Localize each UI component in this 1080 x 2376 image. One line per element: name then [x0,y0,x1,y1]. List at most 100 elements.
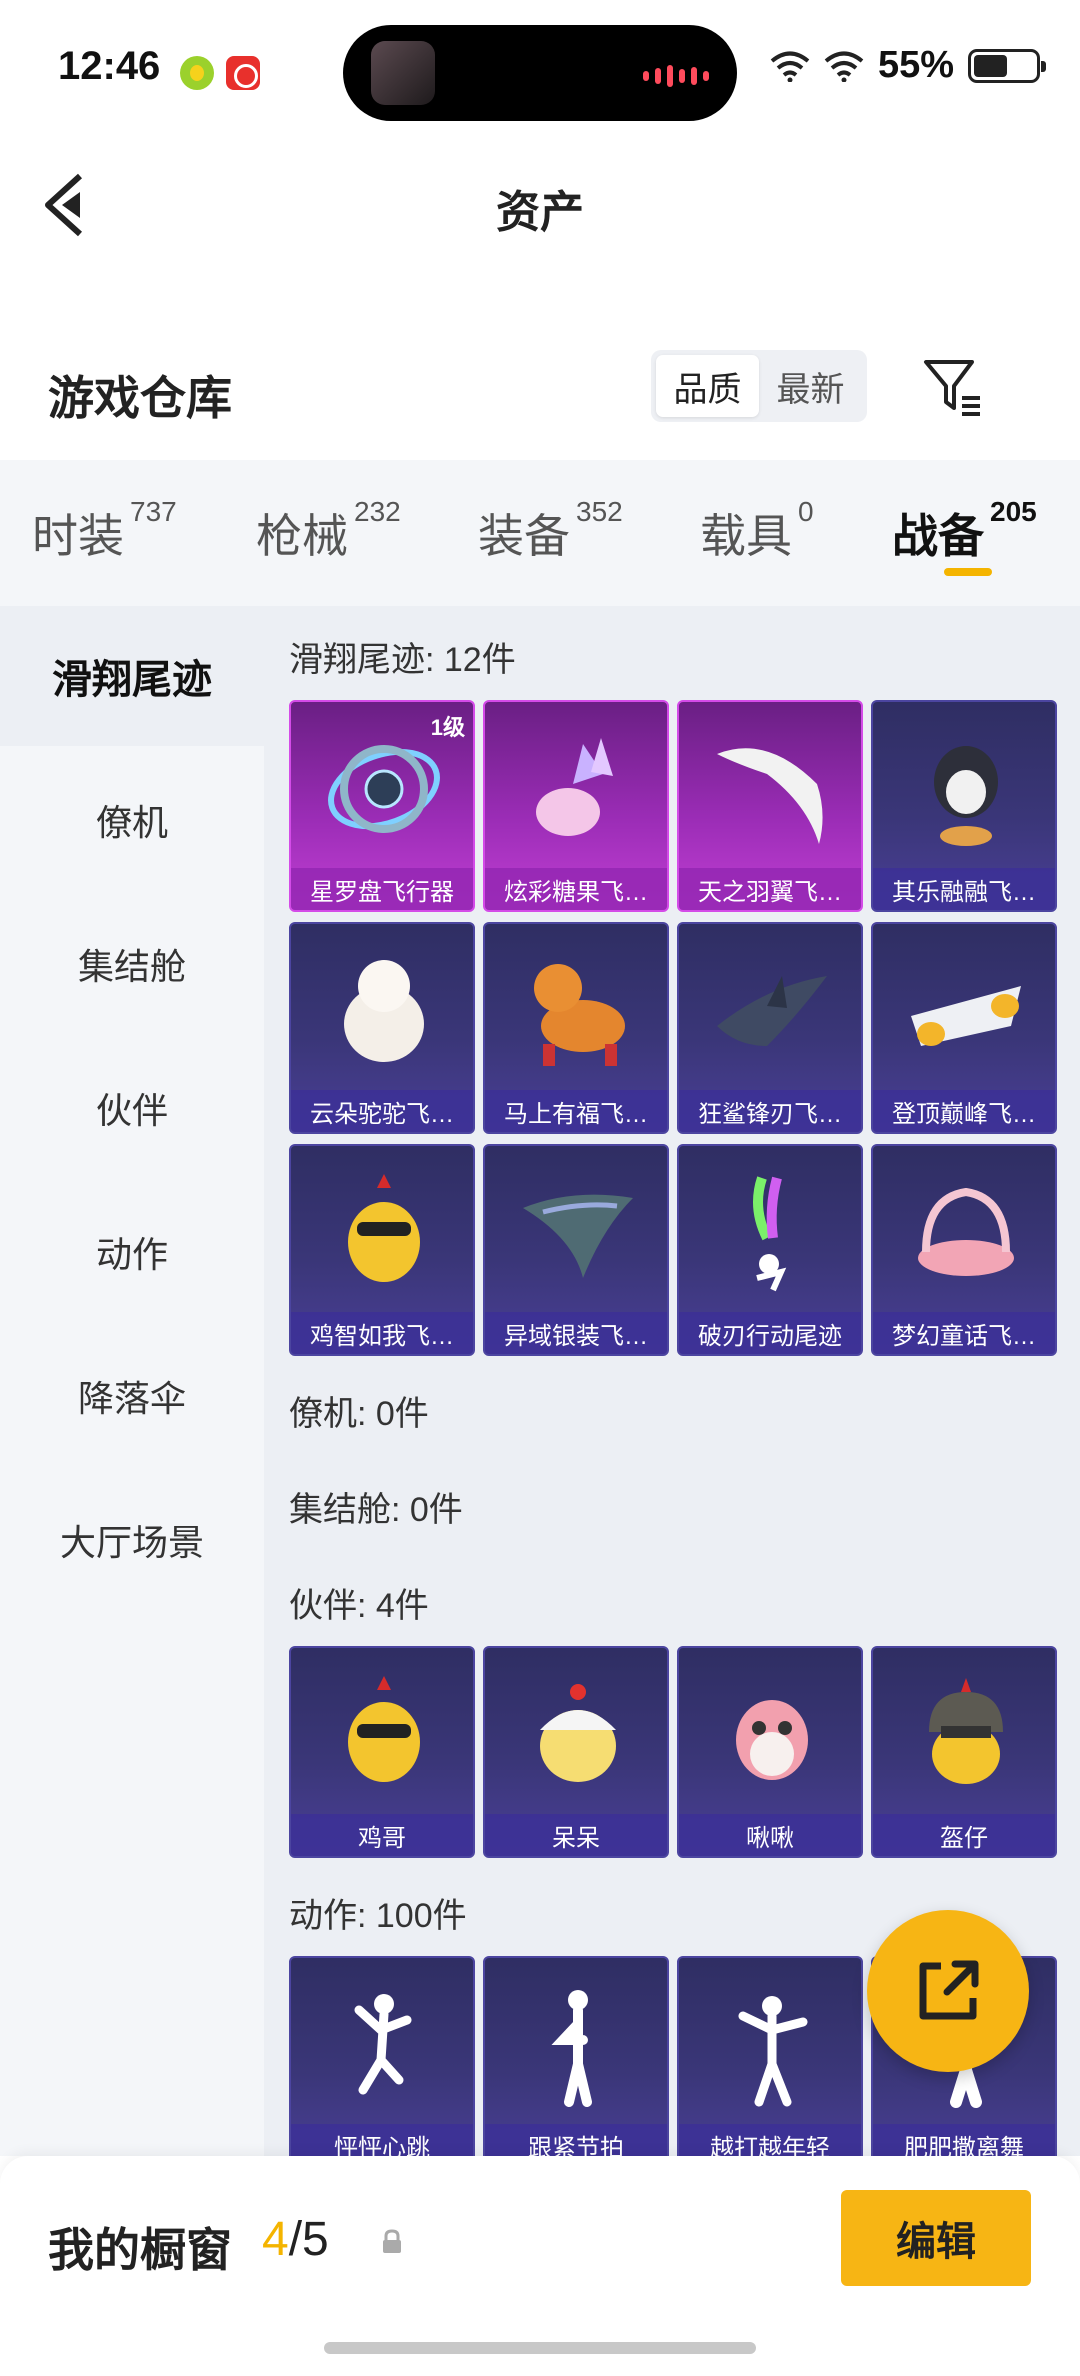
tab-guns[interactable]: 枪械 232 [256,496,401,566]
item-card[interactable]: 登顶巅峰飞… [871,922,1057,1134]
sidebar-item-assembly-pod[interactable]: 集结舱 [0,894,264,1034]
showcase-title: 我的橱窗 [48,2224,232,2276]
item-card[interactable]: 跟紧节拍 [483,1956,669,2156]
fairytale-glider-icon [918,1187,1014,1276]
item-name: 破刃行动尾迹 [679,1312,861,1354]
item-level-badge: 1级 [430,715,465,740]
summit-glider-icon [911,986,1021,1046]
tab-combat-gear[interactable]: 战备 205 [892,496,1037,566]
smoke-trail-icon [753,1176,787,1292]
showcase-count: 4/5 [262,2213,329,2266]
sidebar: 滑翔尾迹 僚机 集结舱 伙伴 动作 降落伞 大厅场景 [0,606,264,2156]
tab-equipment[interactable]: 装备 352 [478,496,623,566]
item-name: 呆呆 [485,1814,667,1856]
section-title-emote: 动作: 100件 [289,1897,467,1935]
item-name: 鸡哥 [291,1814,473,1856]
pink-bird-partner-icon [736,1700,808,1780]
edit-button[interactable]: 编辑 [841,2190,1031,2286]
section-title-glide-trail: 滑翔尾迹: 12件 [289,641,516,679]
sidebar-item-partner[interactable]: 伙伴 [0,1038,264,1178]
candy-glider-icon [536,738,613,836]
item-card[interactable]: 鸡哥 [289,1646,475,1858]
tab-fashion[interactable]: 时装 737 [32,496,177,566]
item-name: 越打越年轻 [679,2124,861,2156]
dance-pose-icon [354,1994,412,2095]
silver-glider-icon [523,1194,633,1278]
chicken-partner-icon [348,1676,420,1782]
item-name: 异域银装飞… [485,1312,667,1354]
warehouse-title: 游戏仓库 [48,372,232,424]
item-card[interactable]: 炫彩糖果飞… [483,700,669,912]
item-name: 怦怦心跳 [291,2124,473,2156]
sort-latest-button[interactable]: 最新 [759,355,862,417]
battery-icon [968,48,1046,83]
item-name: 肥肥撒离舞 [873,2124,1055,2156]
item-card[interactable]: 1级 星罗盘飞行器 [289,700,475,912]
status-bar: 12:46 55% [0,0,1080,140]
item-name: 啾啾 [679,1814,861,1856]
share-icon [919,1960,979,2020]
helmet-chick-partner-icon [929,1678,1003,1784]
showcase-bar: 我的橱窗 4/5 编辑 [0,2156,1080,2376]
astrolabe-glider-icon [328,745,440,833]
item-card[interactable]: 啾啾 [677,1646,863,1858]
sidebar-item-wingman[interactable]: 僚机 [0,750,264,890]
status-time: 12:46 [58,44,161,88]
item-name: 鸡智如我飞… [291,1312,473,1354]
item-name: 天之羽翼飞… [679,868,861,910]
page-title: 资产 [496,188,584,237]
item-name: 登顶巅峰飞… [873,1090,1055,1132]
section-title-partner: 伙伴: 4件 [289,1587,429,1625]
share-button[interactable] [867,1910,1029,2072]
item-card[interactable]: 盔仔 [871,1646,1057,1858]
music-app-icon [180,56,214,90]
sort-quality-button[interactable]: 品质 [656,355,759,417]
sidebar-item-glide-trail[interactable]: 滑翔尾迹 [0,606,264,746]
chicken-glider-icon [348,1174,420,1282]
audio-wave-icon [643,65,709,87]
home-indicator[interactable] [324,2342,756,2354]
section-title-wingman: 僚机: 0件 [289,1395,429,1433]
item-card[interactable]: 云朵驼驼飞… [289,922,475,1134]
item-card[interactable]: 越打越年轻 [677,1956,863,2156]
item-card[interactable]: 怦怦心跳 [289,1956,475,2156]
item-name: 马上有福飞… [485,1090,667,1132]
item-card[interactable]: 天之羽翼飞… [677,700,863,912]
item-card[interactable]: 马上有福飞… [483,922,669,1134]
netease-music-icon [226,56,260,90]
shark-glider-icon [717,976,827,1046]
active-tab-indicator [944,568,992,576]
item-card[interactable]: 狂鲨锋刃飞… [677,922,863,1134]
item-card[interactable]: 梦幻童话飞… [871,1144,1057,1356]
now-playing-thumbnail [371,41,435,105]
item-name: 星罗盘飞行器 [291,868,473,910]
tab-vehicles[interactable]: 载具 0 [700,496,814,566]
penguin-glider-icon [934,746,998,846]
battery-percent: 55% [877,44,954,86]
wifi-signal-icon [824,51,864,82]
feather-wing-glider-icon [717,748,823,844]
lock-icon [383,2229,401,2253]
item-card[interactable]: 破刃行动尾迹 [677,1144,863,1356]
sidebar-item-lobby-scene[interactable]: 大厅场景 [0,1470,264,1610]
item-card[interactable]: 其乐融融飞… [871,700,1057,912]
filter-icon[interactable] [920,354,986,420]
dance-pose-icon [738,1996,808,2107]
dance-pose-icon [551,1990,592,2107]
warehouse-header: 游戏仓库 品质 最新 [0,330,1080,460]
item-name: 梦幻童话飞… [873,1312,1055,1354]
dynamic-island[interactable] [343,25,737,121]
wifi-icon [770,51,810,82]
sort-toggle: 品质 最新 [651,350,867,422]
item-card[interactable]: 鸡智如我飞… [289,1144,475,1356]
item-name: 狂鲨锋刃飞… [679,1090,861,1132]
item-name: 炫彩糖果飞… [485,868,667,910]
item-card[interactable]: 呆呆 [483,1646,669,1858]
item-name: 其乐融融飞… [873,868,1055,910]
item-card[interactable]: 异域银装飞… [483,1144,669,1356]
sidebar-item-emote[interactable]: 动作 [0,1182,264,1322]
horse-glider-icon [534,964,625,1066]
item-name: 云朵驼驼飞… [291,1090,473,1132]
section-title-assembly-pod: 集结舱: 0件 [289,1491,463,1529]
sidebar-item-parachute[interactable]: 降落伞 [0,1326,264,1466]
